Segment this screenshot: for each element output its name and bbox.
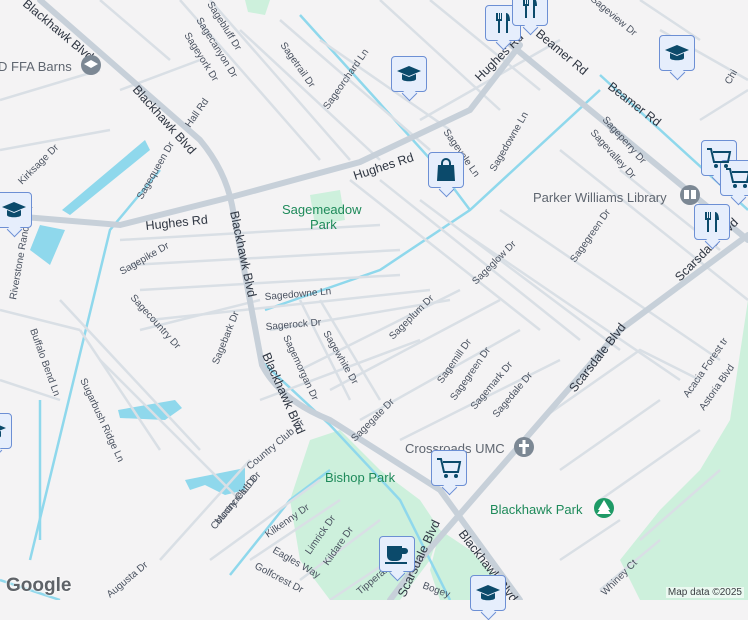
school-pin[interactable] (0, 192, 32, 228)
park-area (620, 300, 748, 600)
school-poi-icon[interactable] (81, 55, 101, 75)
shopping-cart-icon (436, 456, 462, 480)
label-street: Sageview Dr (588, 0, 639, 39)
label-street: Chi (723, 68, 740, 87)
park-tree-icon[interactable] (594, 498, 614, 518)
label-street: Sagegate Dr (349, 396, 397, 444)
park-label-sagemeadow[interactable]: Sagemeadow (282, 202, 362, 217)
grocery-pin[interactable] (720, 160, 748, 196)
school-pin[interactable] (391, 56, 427, 92)
park-label-blackhawk[interactable]: Blackhawk Park (490, 502, 583, 517)
restaurant-icon (519, 0, 541, 20)
shopping-bag-icon (435, 157, 457, 183)
school-pin[interactable] (470, 575, 506, 611)
shopping-cart-icon (725, 166, 748, 190)
restaurant-icon (492, 11, 514, 35)
label-street: Kirksage Dr (16, 142, 61, 187)
church-poi-icon[interactable] (514, 437, 534, 457)
school-pin[interactable] (0, 413, 12, 449)
school-icon (1, 200, 27, 220)
library-poi-icon[interactable] (680, 185, 700, 205)
school-icon (396, 64, 422, 84)
google-logo[interactable]: Google (6, 575, 71, 597)
label-street: Hall Rd (183, 97, 211, 130)
park-label-bishop[interactable]: Bishop Park (325, 470, 396, 485)
park-label-sagemeadow-line2: Park (310, 217, 337, 232)
label-street: Buffalo Bend Ln (27, 327, 62, 397)
label-country-club-dr: Country Club Dr (245, 417, 308, 472)
school-icon (0, 421, 7, 441)
map-canvas[interactable]: Blackhawk Blvd Blackhawk Blvd Blackhawk … (0, 0, 748, 600)
poi-label-library[interactable]: Parker Williams Library (533, 190, 667, 205)
label-street: Sagerock Dr (265, 317, 322, 333)
coffee-icon (384, 543, 410, 565)
label-hughes-rd: Hughes Rd (352, 150, 416, 183)
restaurant-icon (701, 210, 723, 234)
cafe-pin[interactable] (379, 536, 415, 572)
map-attribution[interactable]: Map data ©2025 (666, 587, 744, 598)
label-blackhawk-blvd: Blackhawk Blvd (20, 0, 96, 64)
label-street: Sagegreen Dr (568, 207, 613, 265)
label-street: Sageplum Dr (387, 293, 437, 343)
school-icon (664, 43, 690, 63)
shopping-pin[interactable] (428, 152, 464, 188)
label-street: Sagebark Dr (211, 309, 242, 366)
label-street: Sageglow Dr (470, 238, 519, 287)
restaurant-pin[interactable] (512, 0, 548, 26)
poi-label-ffa-barns[interactable]: D FFA Barns (0, 59, 72, 74)
grocery-pin[interactable] (431, 450, 467, 486)
label-street: Sagepike Dr (118, 240, 172, 277)
school-pin[interactable] (659, 35, 695, 71)
label-street: Sagedowne Ln (488, 110, 531, 173)
label-street: Augusta Dr (105, 559, 151, 600)
park-area (245, 0, 270, 15)
restaurant-pin[interactable] (694, 204, 730, 240)
school-icon (475, 583, 501, 603)
